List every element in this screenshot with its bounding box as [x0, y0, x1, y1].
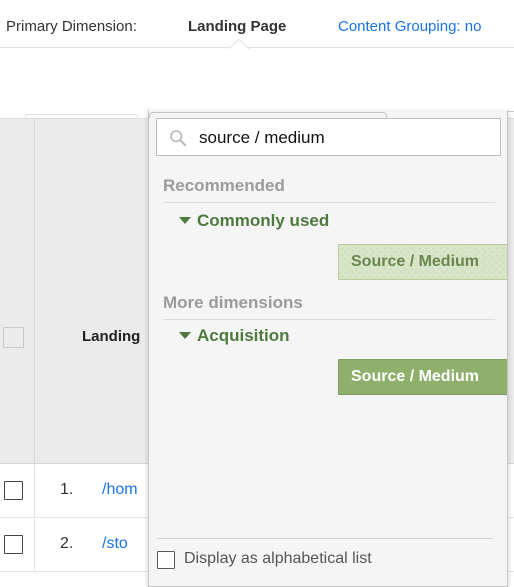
row-index: 2.	[60, 535, 74, 552]
section-heading-recommended: Recommended	[163, 176, 285, 195]
dimension-option-label: Source / Medium	[351, 368, 480, 385]
table-row-checkbox-cell	[0, 465, 35, 517]
table-header-checkbox-cell	[0, 119, 35, 464]
dimension-search-box[interactable]	[156, 118, 501, 156]
report-toolbar: Plot Rows Secondary dimension Sort Type:…	[0, 48, 514, 118]
table-row-checkbox-cell	[0, 519, 35, 571]
dimension-option-label: Source / Medium	[351, 253, 480, 270]
landing-page-link[interactable]: /sto	[102, 535, 128, 553]
caret-down-icon	[179, 332, 191, 340]
dimension-search-input[interactable]	[199, 126, 489, 150]
select-all-checkbox[interactable]	[3, 327, 24, 348]
plot-rows-button[interactable]: Plot Rows	[25, 114, 138, 118]
primary-dimension-bar: Primary Dimension: Landing Page Content …	[0, 0, 514, 48]
search-icon	[170, 130, 187, 147]
primary-dimension-caret-icon	[228, 40, 250, 50]
primary-dimension-active-tab[interactable]: Landing Page	[188, 18, 286, 35]
secondary-dimension-dropdown: Recommended Commonly used Source / Mediu…	[148, 110, 508, 587]
row-select-checkbox[interactable]	[4, 481, 23, 500]
display-alphabetical-checkbox[interactable]	[157, 551, 175, 569]
dimension-option-source-medium-commonly-used[interactable]: Source / Medium ?	[338, 244, 507, 280]
content-grouping-link[interactable]: Content Grouping: no	[338, 18, 481, 35]
section-divider	[163, 202, 495, 203]
section-divider	[163, 319, 495, 320]
footer-divider	[157, 538, 493, 539]
section-heading-more-dimensions: More dimensions	[163, 293, 303, 312]
dimension-group-commonly-used[interactable]: Commonly used	[179, 211, 329, 231]
dimension-group-acquisition-label: Acquisition	[197, 326, 290, 345]
caret-down-icon	[179, 217, 191, 225]
primary-dimension-label: Primary Dimension:	[6, 18, 137, 35]
row-index: 1.	[60, 481, 74, 498]
column-header-landing-page[interactable]: Landing	[82, 328, 140, 345]
dimension-group-acquisition[interactable]: Acquisition	[179, 326, 290, 346]
dimension-option-source-medium-acquisition[interactable]: Source / Medium ?	[338, 359, 507, 395]
dimension-group-commonly-used-label: Commonly used	[197, 211, 330, 230]
secondary-dimension-button[interactable]: Secondary dimension	[149, 112, 387, 118]
row-select-checkbox[interactable]	[4, 535, 23, 554]
landing-page-link[interactable]: /hom	[102, 481, 138, 499]
display-alphabetical-label[interactable]: Display as alphabetical list	[184, 550, 372, 568]
